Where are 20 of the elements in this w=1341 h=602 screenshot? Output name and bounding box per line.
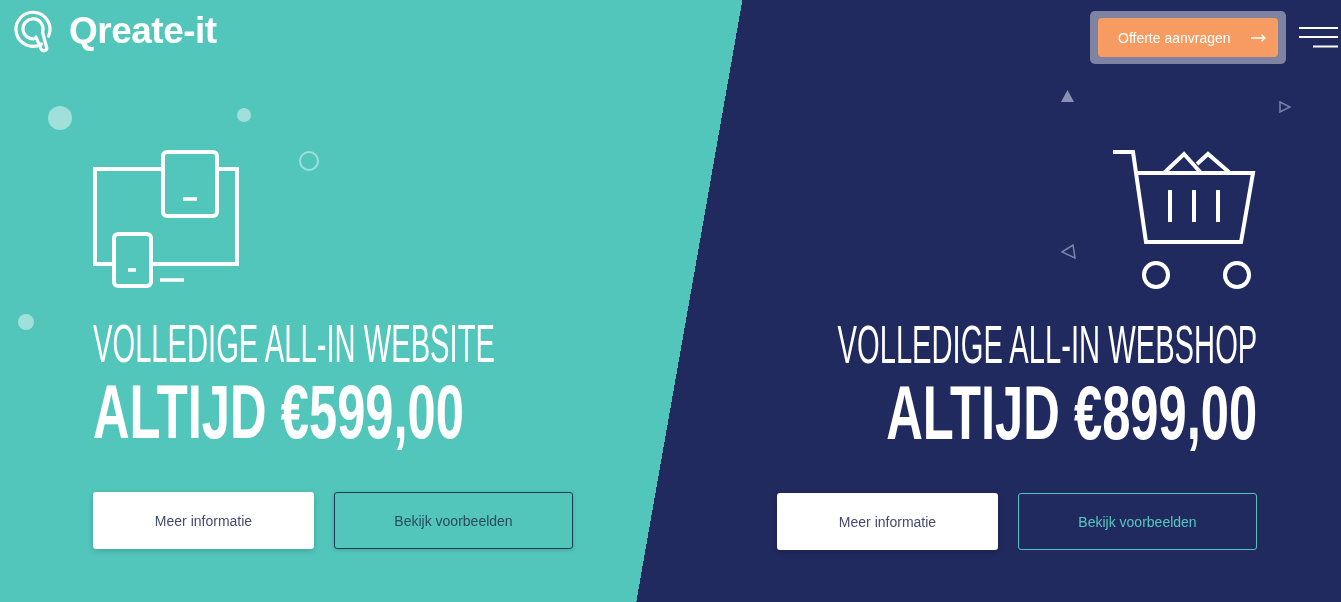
examples-button[interactable]: Bekijk voorbeelden	[334, 492, 573, 549]
q-logo-icon	[12, 9, 54, 53]
triangle-icon	[1279, 101, 1291, 113]
offer-price: ALTIJD €899,00	[886, 375, 1257, 451]
menu-icon[interactable]	[1299, 27, 1338, 48]
arrow-right-icon	[1250, 33, 1266, 42]
info-button[interactable]: Meer informatie	[93, 492, 314, 549]
offer-title: VOLLEDIGE ALL-IN WEBSHOP	[837, 317, 1257, 371]
examples-button[interactable]: Bekijk voorbeelden	[1018, 493, 1257, 550]
offer-title: VOLLEDIGE ALL-IN WEBSITE	[93, 316, 495, 370]
devices-icon	[93, 150, 239, 289]
info-button[interactable]: Meer informatie	[777, 493, 998, 550]
offer-price: ALTIJD €599,00	[93, 374, 464, 450]
dot-icon	[48, 106, 72, 130]
dot-icon	[18, 314, 34, 330]
triangle-icon	[1061, 90, 1074, 102]
dot-icon	[237, 108, 251, 122]
ring-icon	[299, 151, 319, 171]
shopping-cart-icon	[1111, 148, 1257, 290]
triangle-icon	[1061, 244, 1076, 259]
